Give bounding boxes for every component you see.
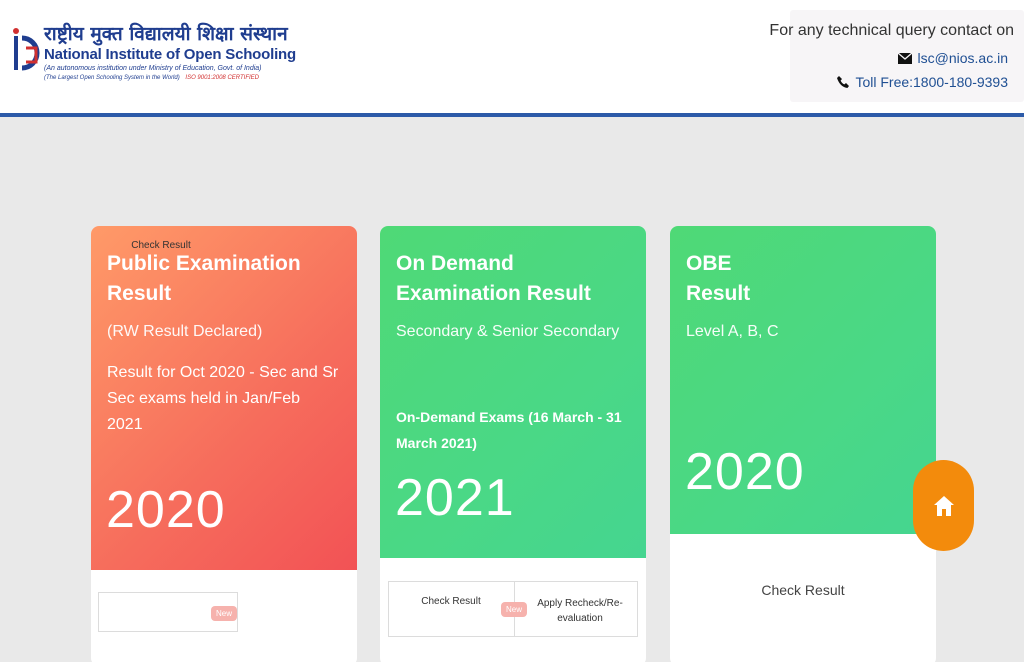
check-result-button[interactable]: Check Result — [670, 582, 936, 598]
on-demand-exam-card: On Demand Examination Result Secondary &… — [380, 226, 646, 662]
card-title: Public Examination Result — [107, 252, 301, 305]
on-demand-exam-card-banner: On Demand Examination Result Secondary &… — [380, 226, 646, 558]
card-subtitle: (RW Result Declared) — [107, 323, 263, 340]
logo-cert-text: ISO 9001:2008 CERTIFIED — [185, 75, 259, 81]
logo-tagline-text: (The Largest Open Schooling System in th… — [44, 75, 180, 81]
check-result-button[interactable]: Check Result — [388, 596, 514, 607]
contact-email[interactable]: lsc@nios.ac.in — [897, 50, 1008, 66]
new-badge: New — [211, 606, 237, 621]
contact-email-text: lsc@nios.ac.in — [917, 50, 1008, 66]
apply-recheck-button[interactable]: Apply Recheck/Re-evaluation — [524, 596, 636, 626]
card-highlight: On-Demand Exams (16 March - 31 March 202… — [396, 409, 622, 451]
public-exam-card-banner: Public Examination Result (RW Result Dec… — [91, 226, 357, 570]
obe-result-card: OBE Result Level A, B, C 2020 Check Resu… — [670, 226, 936, 662]
logo-hindi-text: राष्ट्रीय मुक्त विद्यालयी शिक्षा संस्थान — [44, 23, 288, 45]
card-title: OBE Result — [686, 252, 751, 305]
contact-title: For any technical query contact on — [769, 22, 1014, 39]
card-description: Result for Oct 2020 - Sec and Sr Sec exa… — [107, 364, 339, 433]
obe-result-card-banner: OBE Result Level A, B, C 2020 — [670, 226, 936, 534]
card-year: 2021 — [395, 469, 515, 527]
header-divider-bar — [0, 113, 1024, 117]
site-header: राष्ट्रीय मुक्त विद्यालयी शिक्षा संस्थान… — [0, 0, 1024, 113]
contact-phone[interactable]: Toll Free:1800-180-9393 — [837, 74, 1008, 90]
card-subtitle: Secondary & Senior Secondary — [396, 323, 620, 340]
nios-logo[interactable]: राष्ट्रीय मुक्त विद्यालयी शिक्षा संस्थान… — [12, 22, 296, 92]
logo-english-text: National Institute of Open Schooling — [44, 46, 296, 63]
nios-emblem-icon — [13, 28, 40, 71]
logo-subtitle: (An autonomous institution under Ministr… — [44, 65, 262, 72]
card-subtitle: Level A, B, C — [686, 323, 779, 340]
card-year: 2020 — [106, 481, 226, 539]
check-result-button[interactable]: Check Result — [91, 240, 231, 251]
logo-tagline: (The Largest Open Schooling System in th… — [44, 74, 296, 83]
new-badge: New — [501, 602, 527, 617]
contact-phone-text: Toll Free:1800-180-9393 — [855, 74, 1008, 90]
home-icon — [933, 495, 954, 516]
phone-icon — [837, 76, 850, 88]
envelope-icon — [897, 52, 912, 64]
home-button[interactable] — [913, 460, 974, 551]
card-year: 2020 — [685, 443, 805, 501]
card-title: On Demand Examination Result — [396, 252, 591, 305]
contact-panel: For any technical query contact on lsc@n… — [769, 10, 1024, 102]
public-exam-card: Public Examination Result (RW Result Dec… — [91, 226, 357, 662]
